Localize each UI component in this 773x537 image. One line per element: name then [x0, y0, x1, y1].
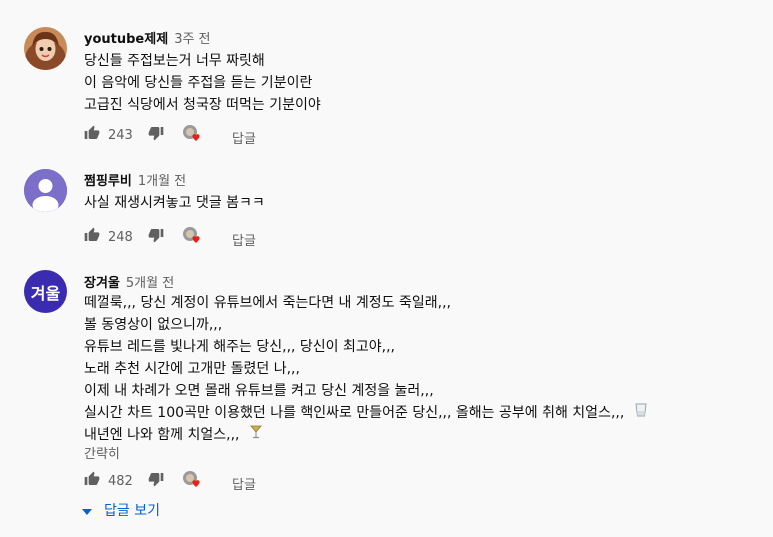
- comment-text-line: 이제 내 차례가 오면 몰래 유튜브를 켜고 당신 계정을 눌러,,,: [84, 383, 434, 399]
- comment-header: 쩜핑루비 1개월 전: [84, 170, 186, 189]
- comment-header: youtube제제 3주 전: [84, 28, 211, 47]
- avatar[interactable]: 겨울: [24, 270, 67, 313]
- comment-text: 실시간 차트 100곡만 이용했던 나를 핵인싸로 만들어준 당신,,, 올해는…: [84, 405, 625, 421]
- comment-text-line: 이 음악에 당신들 주접을 듣는 기분이란: [84, 75, 313, 91]
- comment-text-line: 노래 추천 시간에 고개만 돌렸던 나,,,: [84, 361, 300, 377]
- thumbs-up-icon[interactable]: [84, 226, 100, 248]
- author-name[interactable]: 쩜핑루비: [84, 174, 132, 189]
- reply-button[interactable]: 답글: [232, 230, 256, 249]
- comment-text: 내년엔 나와 함께 치얼스,,,: [84, 427, 240, 443]
- comment-text-line: 고급진 식당에서 청국장 떠먹는 기분이야: [84, 97, 321, 113]
- comment-text-line-with-emoji: 실시간 차트 100곡만 이용했던 나를 핵인싸로 만들어준 당신,,, 올해는…: [84, 402, 647, 424]
- view-replies-button[interactable]: 답글 보기: [82, 500, 160, 520]
- comment-text-line: 떼껄룩,,, 당신 계정이 유튜브에서 죽는다면 내 계정도 죽일래,,,: [84, 295, 451, 311]
- author-name[interactable]: 장겨울: [84, 276, 120, 291]
- like-count: 243: [108, 128, 133, 143]
- comment-actions: 248 답글: [84, 226, 284, 250]
- comment-text-line: 볼 동영상이 없으니까,,,: [84, 317, 223, 333]
- thumbs-down-icon[interactable]: [148, 226, 164, 248]
- creator-heart-icon: [182, 226, 204, 252]
- avatar-text: 겨울: [30, 283, 61, 303]
- cocktail-emoji-icon: [250, 424, 262, 446]
- reply-button[interactable]: 답글: [232, 128, 256, 147]
- thumbs-down-icon[interactable]: [148, 470, 164, 492]
- timestamp[interactable]: 1개월 전: [138, 174, 186, 189]
- creator-heart-icon: [182, 470, 204, 496]
- like-count: 248: [108, 230, 133, 245]
- glass-emoji-icon: [635, 402, 647, 424]
- comment-header: 장겨울 5개월 전: [84, 272, 174, 291]
- show-less-button[interactable]: 간략히: [84, 443, 120, 462]
- thumbs-up-icon[interactable]: [84, 470, 100, 492]
- avatar[interactable]: [24, 169, 67, 212]
- comment-text-line: 사실 재생시켜놓고 댓글 봄ㅋㅋ: [84, 195, 265, 211]
- caret-down-icon: [82, 503, 92, 519]
- comment-text-line: 당신들 주접보는거 너무 짜릿해: [84, 53, 265, 69]
- like-count: 482: [108, 474, 133, 489]
- thumbs-up-icon[interactable]: [84, 124, 100, 146]
- timestamp[interactable]: 3주 전: [174, 32, 210, 47]
- timestamp[interactable]: 5개월 전: [126, 276, 174, 291]
- avatar[interactable]: [24, 27, 67, 70]
- reply-button[interactable]: 답글: [232, 474, 256, 493]
- comment-text-line: 유튜브 레드를 빛나게 해주는 당신,,, 당신이 최고야,,,: [84, 339, 396, 355]
- comment-actions: 243 답글: [84, 124, 284, 148]
- thumbs-down-icon[interactable]: [148, 124, 164, 146]
- author-name[interactable]: youtube제제: [84, 32, 168, 47]
- comment-actions: 482 답글: [84, 470, 284, 494]
- view-replies-label: 답글 보기: [104, 503, 160, 519]
- creator-heart-icon: [182, 124, 204, 150]
